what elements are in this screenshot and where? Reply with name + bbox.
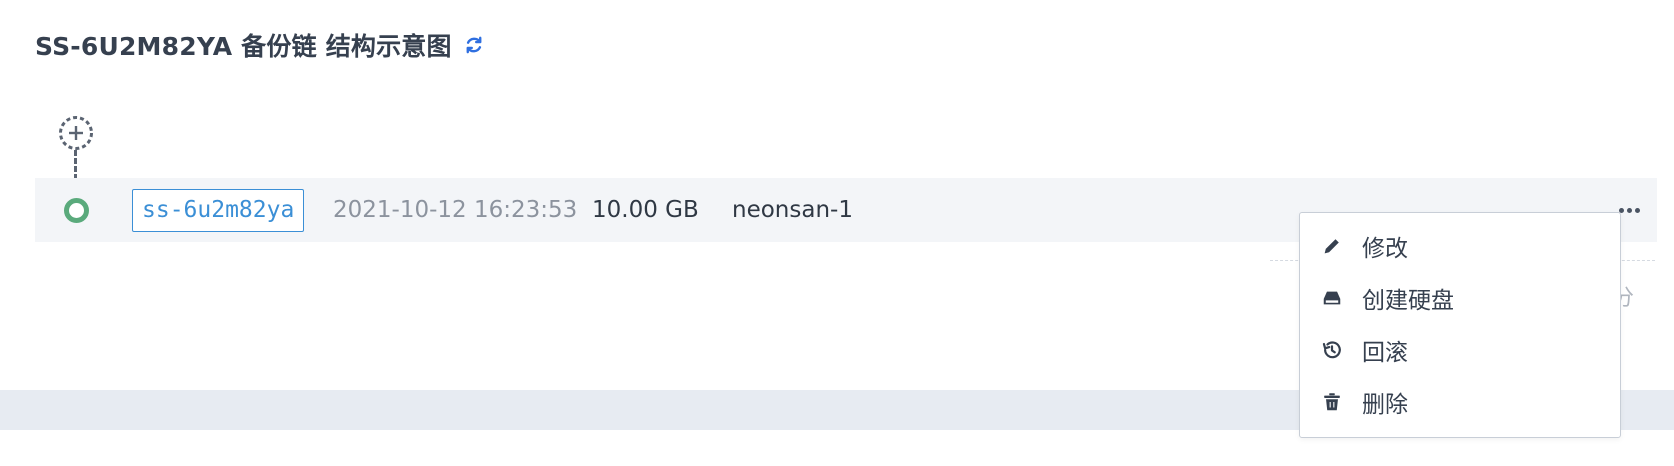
page-title: SS-6U2M82YA 备份链 结构示意图 xyxy=(35,32,452,61)
trash-icon xyxy=(1320,390,1344,414)
menu-item-label: 创建硬盘 xyxy=(1362,288,1454,314)
history-icon xyxy=(1320,338,1344,362)
pencil-icon xyxy=(1320,234,1344,258)
menu-item-label: 修改 xyxy=(1362,236,1408,262)
refresh-icon[interactable] xyxy=(462,33,486,57)
menu-item-label: 回滚 xyxy=(1362,340,1408,366)
snapshot-size: 10.00 GB xyxy=(592,197,699,223)
actions-dropdown-menu: 修改 创建硬盘 回滚 删除 xyxy=(1299,212,1621,438)
menu-item-create-disk[interactable]: 创建硬盘 xyxy=(1300,272,1620,324)
menu-item-label: 删除 xyxy=(1362,392,1408,418)
header: SS-6U2M82YA 备份链 结构示意图 xyxy=(35,28,486,62)
snapshot-id-link[interactable]: ss-6u2m82ya xyxy=(132,189,305,232)
menu-item-edit[interactable]: 修改 xyxy=(1300,220,1620,272)
snapshot-node-dot xyxy=(64,198,89,223)
disk-icon xyxy=(1320,286,1344,310)
snapshot-created-at: 2021-10-12 16:23:53 xyxy=(333,197,578,223)
snapshot-pool: neonsan-1 xyxy=(732,197,853,223)
menu-item-rollback[interactable]: 回滚 xyxy=(1300,324,1620,376)
menu-item-delete[interactable]: 删除 xyxy=(1300,376,1620,428)
add-circle-dashed-icon[interactable] xyxy=(57,114,95,152)
